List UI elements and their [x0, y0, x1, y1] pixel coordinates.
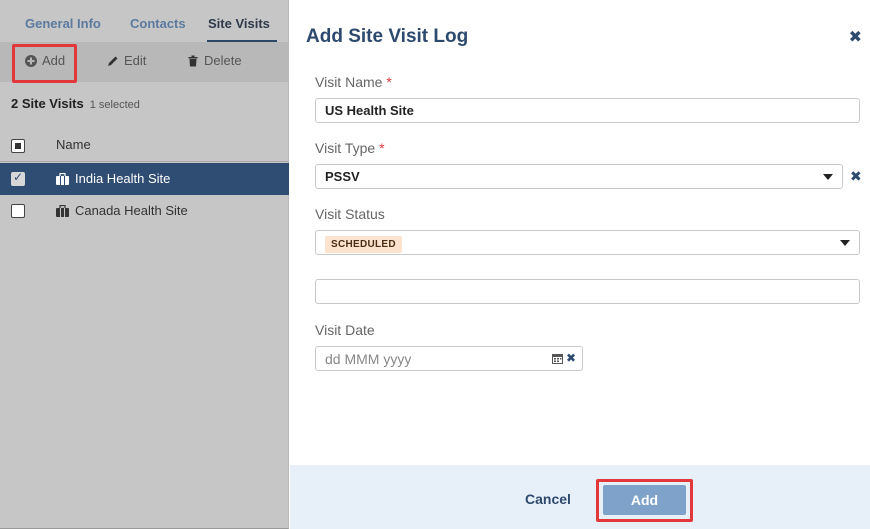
dialog-title: Add Site Visit Log	[306, 26, 469, 47]
delete-button[interactable]: Delete	[187, 53, 242, 68]
visit-status-select[interactable]: SCHEDULED	[315, 230, 860, 255]
unlabeled-input[interactable]	[315, 279, 860, 304]
visit-name-label: Visit Name *	[315, 74, 392, 90]
tab-bar: General Info Contacts Site Visits	[0, 6, 289, 44]
close-icon[interactable]: ✖	[849, 27, 862, 47]
row-checkbox[interactable]	[11, 204, 25, 218]
tab-contacts[interactable]: Contacts	[130, 16, 186, 31]
briefcase-icon	[56, 172, 69, 185]
status-badge: SCHEDULED	[325, 236, 402, 253]
clear-date-icon[interactable]: ✖	[566, 351, 576, 365]
visit-type-label-text: Visit Type	[315, 140, 376, 156]
visit-type-select[interactable]: PSSV	[315, 164, 843, 189]
cancel-button[interactable]: Cancel	[525, 491, 571, 507]
visit-name-label-text: Visit Name	[315, 74, 383, 90]
visit-type-value: PSSV	[325, 169, 360, 184]
add-button-highlight	[12, 44, 77, 83]
tab-general-info[interactable]: General Info	[25, 16, 101, 31]
edit-button-label: Edit	[124, 53, 147, 68]
submit-add-button[interactable]: Add	[603, 485, 686, 515]
tab-site-visits[interactable]: Site Visits	[208, 16, 270, 31]
briefcase-icon	[56, 204, 69, 217]
chevron-down-icon	[840, 240, 850, 246]
list-count: 2 Site Visits 1 selected	[11, 96, 140, 111]
select-all-checkbox[interactable]	[11, 139, 25, 153]
list-header: Name	[0, 130, 289, 162]
date-icons: ✖	[551, 351, 576, 365]
list-item[interactable]: Canada Health Site	[0, 195, 289, 227]
required-marker: *	[379, 140, 385, 156]
required-marker: *	[386, 74, 392, 90]
pencil-icon	[108, 56, 118, 66]
visit-date-input[interactable]: dd MMM yyyy ✖	[315, 346, 583, 371]
chevron-down-icon	[823, 174, 833, 180]
edit-button[interactable]: Edit	[107, 53, 146, 68]
list-item-name: Canada Health Site	[75, 203, 188, 218]
visit-name-input[interactable]: US Health Site	[315, 98, 860, 123]
list-item-name: India Health Site	[75, 171, 171, 186]
list-item-label: India Health Site	[56, 171, 170, 186]
trash-icon	[188, 55, 198, 66]
site-visits-panel: General Info Contacts Site Visits Add Ed…	[0, 0, 289, 529]
list-item-label: Canada Health Site	[56, 203, 188, 218]
list-item[interactable]: India Health Site	[0, 163, 289, 195]
column-header-name[interactable]: Name	[56, 137, 91, 152]
visit-status-label: Visit Status	[315, 206, 385, 222]
clear-visit-type-icon[interactable]: ✖	[850, 168, 862, 185]
add-site-visit-dialog: Add Site Visit Log ✖ Visit Name * US Hea…	[290, 0, 870, 529]
visit-date-placeholder: dd MMM yyyy	[325, 351, 412, 367]
calendar-icon[interactable]	[551, 353, 563, 364]
row-checkbox[interactable]	[11, 170, 25, 186]
delete-button-label: Delete	[204, 53, 242, 68]
dialog-footer: Cancel Add	[290, 465, 870, 529]
visit-type-label: Visit Type *	[315, 140, 385, 156]
selected-count: 1 selected	[89, 99, 140, 111]
visit-date-label: Visit Date	[315, 322, 375, 338]
site-visit-count: 2 Site Visits	[11, 96, 84, 111]
